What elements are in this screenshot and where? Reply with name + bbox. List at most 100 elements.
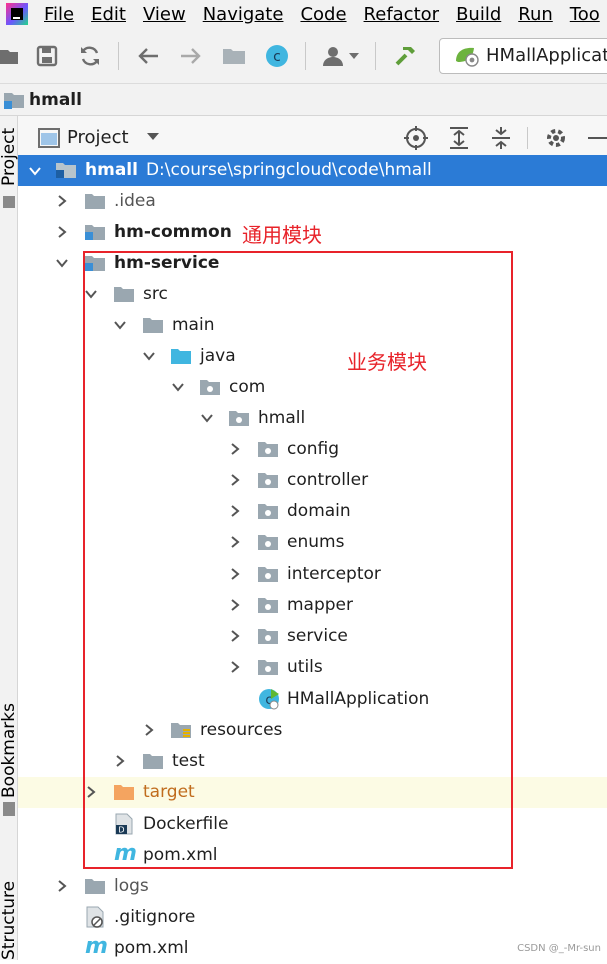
- collapse-all-icon[interactable]: [490, 126, 512, 150]
- tree-node-com[interactable]: com: [18, 372, 607, 403]
- chevron-down-icon[interactable]: [28, 164, 42, 178]
- bookmarks-tool-tab[interactable]: Bookmarks: [0, 698, 18, 798]
- expand-all-icon[interactable]: [448, 126, 470, 150]
- chevron-right-icon[interactable]: [84, 785, 98, 799]
- chevron-down-icon[interactable]: [142, 349, 156, 363]
- tree-node-package-interceptor[interactable]: interceptor: [18, 559, 607, 590]
- forward-icon[interactable]: [176, 41, 206, 71]
- module-folder-icon: [56, 161, 76, 179]
- chevron-down-icon[interactable]: [171, 380, 185, 394]
- tree-node-package-enums[interactable]: enums: [18, 527, 607, 558]
- menu-run[interactable]: Run: [518, 4, 553, 25]
- save-icon[interactable]: [32, 41, 62, 71]
- project-tree: hmallD:\course\springcloud\code\hmall .i…: [18, 155, 607, 960]
- menu-build[interactable]: Build: [456, 4, 501, 25]
- build-hammer-icon[interactable]: [390, 41, 420, 71]
- tree-node-resources[interactable]: resources: [18, 715, 607, 746]
- user-icon[interactable]: [320, 41, 362, 71]
- sync-icon[interactable]: [75, 41, 105, 71]
- tree-node-hmall-application[interactable]: c HMallApplication: [18, 684, 607, 715]
- chevron-right-icon[interactable]: [228, 473, 242, 487]
- tree-node-test[interactable]: test: [18, 746, 607, 777]
- menu-navigate[interactable]: Navigate: [203, 4, 284, 25]
- open-folder-icon[interactable]: [0, 41, 18, 71]
- tree-node-root[interactable]: hmallD:\course\springcloud\code\hmall: [18, 155, 607, 186]
- svg-text:D: D: [118, 826, 124, 835]
- header-separator: [527, 127, 528, 149]
- navigation-bar: hmall: [0, 84, 607, 116]
- svg-text:c: c: [273, 49, 281, 65]
- tree-node-gitignore[interactable]: .gitignore: [18, 902, 607, 933]
- left-tool-strip: Project Bookmarks Structure: [0, 116, 18, 960]
- chevron-right-icon[interactable]: [113, 754, 127, 768]
- tree-label: resources: [200, 720, 282, 740]
- select-opened-file-icon[interactable]: [404, 126, 428, 150]
- menu-edit[interactable]: Edit: [91, 4, 126, 25]
- chevron-right-icon[interactable]: [228, 442, 242, 456]
- tree-label: pom.xml: [114, 938, 189, 958]
- chevron-right-icon[interactable]: [55, 194, 69, 208]
- menu-code[interactable]: Code: [300, 4, 346, 25]
- chevron-right-icon[interactable]: [228, 629, 242, 643]
- folder-icon[interactable]: [219, 41, 249, 71]
- module-folder-icon: [3, 90, 25, 110]
- hide-panel-icon[interactable]: [588, 137, 607, 139]
- structure-tool-tab[interactable]: Structure: [0, 842, 18, 960]
- tree-node-package-controller[interactable]: controller: [18, 465, 607, 496]
- panel-title[interactable]: Project: [67, 127, 129, 148]
- chevron-down-icon[interactable]: [55, 256, 69, 270]
- tree-label: config: [287, 439, 339, 459]
- tree-node-hm-service[interactable]: hm-service: [18, 248, 607, 279]
- back-icon[interactable]: [133, 41, 163, 71]
- chevron-right-icon[interactable]: [142, 723, 156, 737]
- gear-icon[interactable]: [544, 126, 568, 150]
- tree-node-service-pom[interactable]: m pom.xml: [18, 840, 607, 871]
- chevron-right-icon[interactable]: [55, 879, 69, 893]
- tree-node-package-domain[interactable]: domain: [18, 496, 607, 527]
- tree-node-java[interactable]: java: [18, 341, 607, 372]
- tree-node-dockerfile[interactable]: D Dockerfile: [18, 809, 607, 840]
- project-tool-tab[interactable]: Project: [0, 116, 18, 186]
- tree-node-idea[interactable]: .idea: [18, 186, 607, 217]
- chevron-down-icon[interactable]: [84, 287, 98, 301]
- chevron-down-icon[interactable]: [113, 318, 127, 332]
- tree-node-hmall-package[interactable]: hmall: [18, 403, 607, 434]
- chevron-right-icon[interactable]: [55, 225, 69, 239]
- menu-view[interactable]: View: [143, 4, 186, 25]
- chevron-down-icon[interactable]: [146, 132, 160, 142]
- tree-node-main[interactable]: main: [18, 310, 607, 341]
- menu-file[interactable]: File: [44, 4, 74, 25]
- maven-icon: m: [114, 841, 137, 866]
- chevron-down-icon[interactable]: [200, 411, 214, 425]
- chevron-right-icon[interactable]: [228, 660, 242, 674]
- package-icon: [258, 440, 278, 458]
- tree-node-package-mapper[interactable]: mapper: [18, 590, 607, 621]
- resources-folder-icon: [171, 721, 191, 739]
- source-folder-icon: [171, 347, 191, 365]
- module-folder-icon: [85, 223, 105, 241]
- run-configuration-selector[interactable]: HMallApplicatio: [439, 38, 607, 74]
- tree-label: .idea: [114, 191, 156, 211]
- tree-label: hm-service: [114, 253, 219, 273]
- tree-label: HMallApplication: [287, 689, 429, 709]
- tree-node-package-service[interactable]: service: [18, 621, 607, 652]
- tree-label: java: [200, 346, 236, 366]
- breadcrumb-project[interactable]: hmall: [29, 90, 82, 110]
- tree-node-logs[interactable]: logs: [18, 871, 607, 902]
- class-icon[interactable]: c: [262, 41, 292, 71]
- root-module-name: hmall: [85, 160, 138, 180]
- folder-icon: [143, 316, 163, 334]
- tree-node-package-config[interactable]: config: [18, 434, 607, 465]
- tree-label: Dockerfile: [143, 814, 228, 834]
- menu-tools[interactable]: Too: [570, 4, 600, 25]
- menu-refactor[interactable]: Refactor: [364, 4, 440, 25]
- chevron-right-icon[interactable]: [228, 598, 242, 612]
- tree-node-target[interactable]: target: [18, 777, 607, 808]
- tree-node-package-utils[interactable]: utils: [18, 652, 607, 683]
- chevron-right-icon[interactable]: [228, 535, 242, 549]
- chevron-right-icon[interactable]: [228, 504, 242, 518]
- tree-node-src[interactable]: src: [18, 279, 607, 310]
- maven-icon: m: [85, 934, 108, 959]
- toolbar-separator: [305, 42, 306, 70]
- chevron-right-icon[interactable]: [228, 567, 242, 581]
